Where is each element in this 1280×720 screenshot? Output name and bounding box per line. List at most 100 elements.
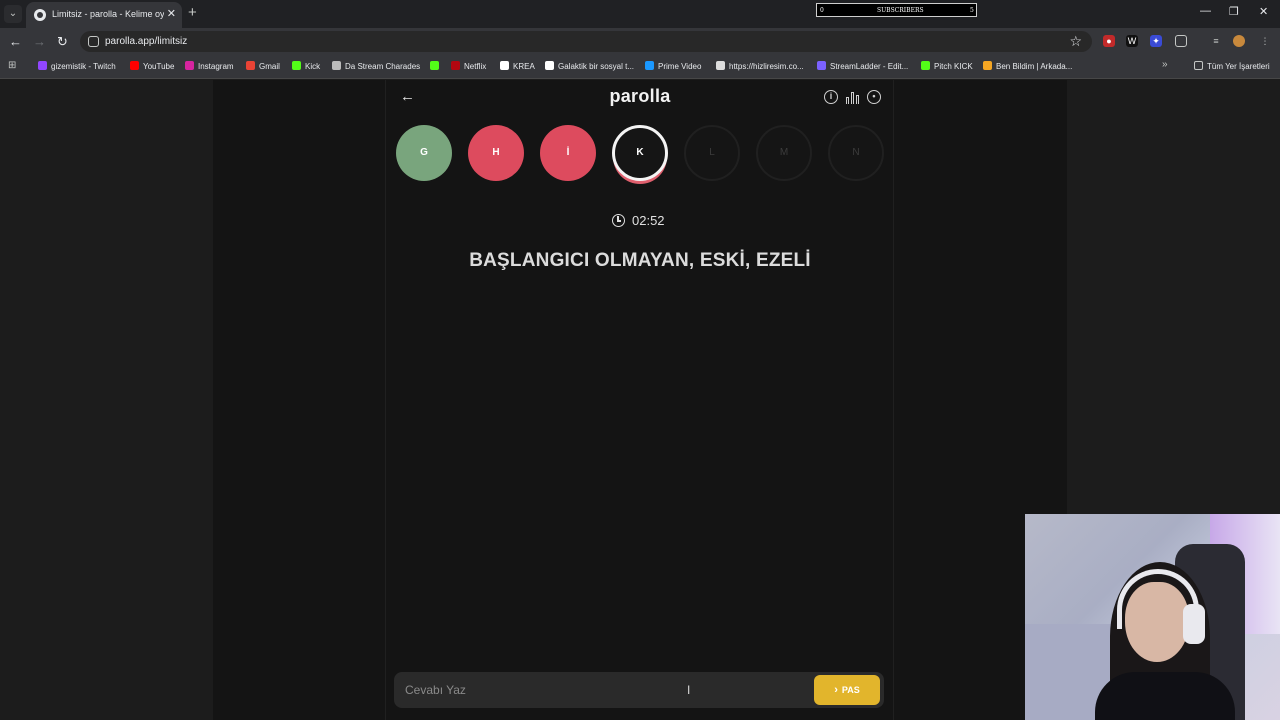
bookmark-item[interactable]: Kick [292,61,320,71]
more-menu-icon[interactable]: ⋮ [1259,35,1271,47]
close-window-icon[interactable]: ✕ [1259,5,1268,18]
bookmark-favicon-icon [545,61,554,70]
bookmark-favicon-icon [38,61,47,70]
bookmark-label: Netflix [464,62,487,71]
question-text: BAŞLANGICI OLMAYAN, ESKİ, EZELİ [469,250,811,271]
letter-circle-pending: L [684,125,740,181]
bookmark-label: KREA [513,62,535,71]
stats-icon[interactable] [846,91,860,104]
bookmark-item[interactable]: Galaktik bir sosyal t... [545,61,634,71]
bookmark-item[interactable]: Prime Video [645,61,701,71]
extension-blue-icon[interactable]: ✦ [1150,35,1162,47]
bookmark-item[interactable]: KREA [500,61,535,71]
webcam-earcup [1183,604,1205,644]
reload-icon[interactable]: ↻ [57,34,68,50]
reading-list-icon[interactable]: ≡ [1210,35,1222,47]
webcam-overlay [1025,514,1280,720]
bookmark-item[interactable]: Instagram [185,61,234,71]
site-info-icon[interactable] [88,36,99,47]
brand-logo[interactable]: parolla [560,86,720,107]
profile-icon[interactable]: • [867,90,881,104]
bookmark-favicon-icon [817,61,826,70]
bookmark-label: StreamLadder - Edit... [830,62,909,71]
bookmark-favicon-icon [185,61,194,70]
bookmark-star-icon[interactable]: ☆ [1069,33,1082,50]
apps-grid-icon[interactable]: ⊞ [8,60,16,71]
bookmark-favicon-icon [921,61,930,70]
letter-circle-pending: N [828,125,884,181]
bookmarks-overflow-icon[interactable]: » [1162,59,1168,70]
url-text[interactable]: parolla.app/limitsiz [105,36,187,47]
bookmark-item[interactable] [430,61,443,71]
bookmark-item[interactable]: YouTube [130,61,174,71]
answer-bar: ›PAS [394,672,884,708]
subscriber-label: SUBSCRIBERS [877,7,924,14]
letter-circle-correct: G [396,125,452,181]
all-bookmarks-label: Tüm Yer İşaretleri [1207,62,1270,71]
bookmark-favicon-icon [430,61,439,70]
webcam-shirt [1095,672,1235,720]
minimize-icon[interactable]: — [1200,5,1211,17]
restore-icon[interactable]: ❐ [1229,5,1239,18]
bookmark-item[interactable]: Pitch KICK [921,61,973,71]
browser-tab-bar: ⌄ Limitsiz - parolla - Kelime oyunu ✕ + … [0,0,1280,28]
bookmark-label: Da Stream Charades [345,62,421,71]
clock-icon [612,214,625,227]
bookmark-item[interactable]: Netflix [451,61,486,71]
tab-close-icon[interactable]: ✕ [167,7,176,20]
pass-button[interactable]: › PAS [814,675,880,705]
bookmark-label: Galaktik bir sosyal t... [558,62,635,71]
bookmark-favicon-icon [246,61,255,70]
bookmark-label: Instagram [198,62,234,71]
bookmark-label: Kick [305,62,321,71]
browser-tab[interactable]: Limitsiz - parolla - Kelime oyunu ✕ [26,2,182,28]
extension-red-icon[interactable]: ● [1103,35,1115,47]
subscriber-count-left: 0 [820,7,824,14]
favicon-icon [34,9,46,21]
answer-input[interactable] [394,672,804,708]
bookmark-label: Ben Bildim | Arkada... [996,62,1073,71]
bookmark-label: Gmail [259,62,280,71]
subscriber-count-right: 5 [970,7,974,14]
bookmark-favicon-icon [292,61,301,70]
info-icon[interactable]: i [824,90,838,104]
browser-toolbar: ← → ↻ parolla.app/limitsiz ☆ ● W ✦ ≡ ⋮ [0,28,1280,55]
letter-circle-wrong: H [468,125,524,181]
bookmarks-bar: ⊞ » Tüm Yer İşaretleri gizemistik - Twit… [0,55,1280,79]
profile-avatar-icon[interactable] [1233,35,1245,47]
tab-title: Limitsiz - parolla - Kelime oyunu [52,9,164,19]
bookmark-favicon-icon [983,61,992,70]
extension-w-icon[interactable]: W [1126,35,1138,47]
chevron-right-icon: › [834,684,838,696]
letter-circle-pending: M [756,125,812,181]
bookmark-item[interactable]: Ben Bildim | Arkada... [983,61,1072,71]
address-bar[interactable]: parolla.app/limitsiz ☆ [80,31,1092,52]
bookmark-favicon-icon [500,61,509,70]
bookmark-favicon-icon [451,61,460,70]
bookmark-label: Prime Video [658,62,702,71]
bookmark-label: YouTube [143,62,175,71]
letter-circle-active: K [612,125,668,181]
text-cursor-icon: I [687,683,691,697]
bookmark-favicon-icon [130,61,139,70]
bookmark-favicon-icon [332,61,341,70]
bookmark-item[interactable]: Da Stream Charades [332,61,420,71]
all-bookmarks-folder[interactable]: Tüm Yer İşaretleri [1194,61,1270,71]
forward-icon[interactable]: → [33,34,46,49]
bookmark-item[interactable]: gizemistik - Twitch [38,61,116,71]
bookmark-item[interactable]: https://hizliresim.co... [716,61,804,71]
tab-search-icon[interactable]: ⌄ [4,5,22,23]
pass-label: PAS [841,685,860,695]
extensions-puzzle-icon[interactable] [1175,35,1187,47]
bookmark-favicon-icon [645,61,654,70]
bookmark-item[interactable]: StreamLadder - Edit... [817,61,908,71]
bookmark-item[interactable]: Gmail [246,61,280,71]
back-icon[interactable]: ← [9,34,22,49]
timer-value: 02:52 [632,213,665,228]
new-tab-button[interactable]: + [188,4,197,21]
bookmark-favicon-icon [716,61,725,70]
bookmark-label: gizemistik - Twitch [51,62,116,71]
folder-icon [1194,61,1203,70]
letter-circle-wrong: İ [540,125,596,181]
back-arrow-icon[interactable]: ← [400,88,415,105]
